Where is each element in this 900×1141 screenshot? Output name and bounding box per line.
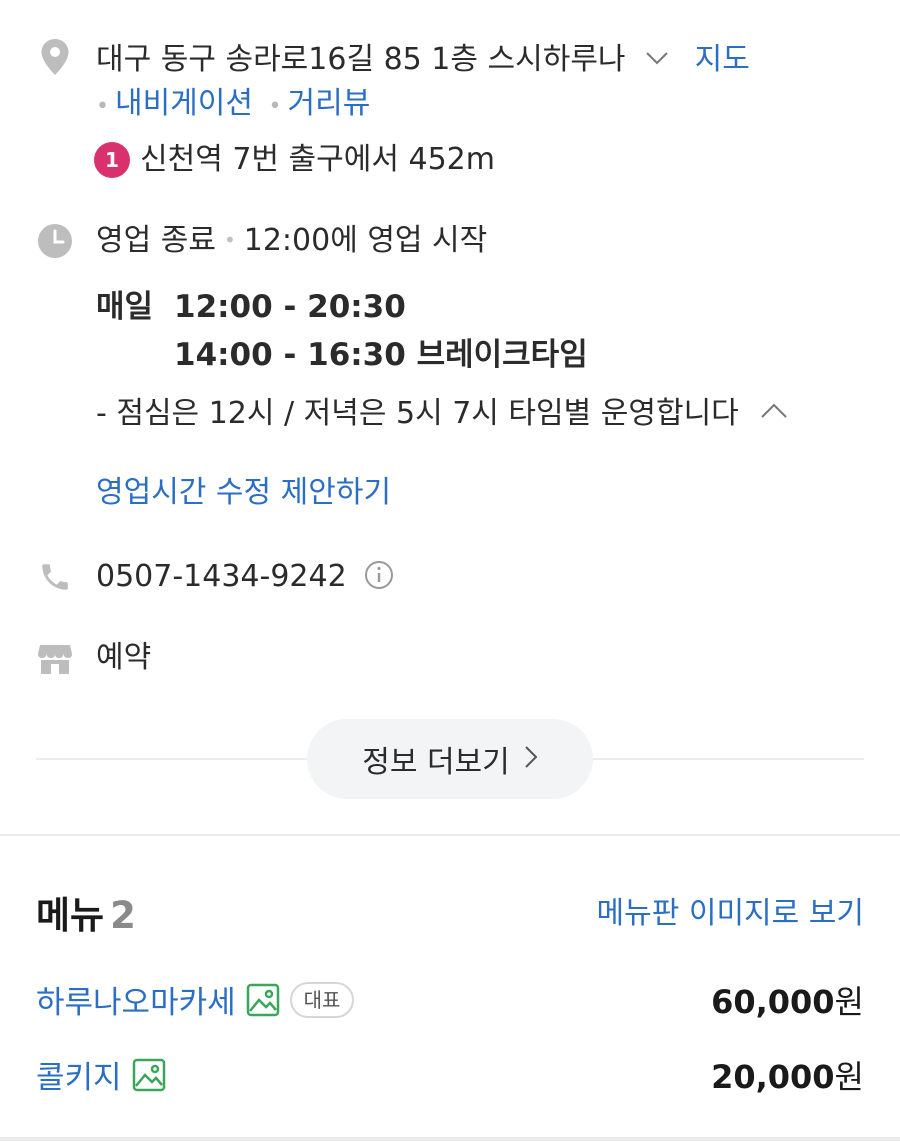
address-line: 대구 동구 송라로16길 85 1층 스시하루나 지도 (96, 36, 750, 80)
map-link[interactable]: 지도 (695, 42, 750, 77)
phone-number[interactable]: 0507-1434-9242 (96, 559, 347, 594)
hours-note: - 점심은 12시 / 저녁은 5시 7시 타임별 운영합니다 (96, 396, 739, 431)
hours-status-line[interactable]: 영업 종료 • 12:00에 영업 시작 (96, 220, 487, 261)
menu-image-link[interactable]: 메뉴판 이미지로 보기 (597, 888, 864, 932)
chevron-up-icon[interactable] (760, 390, 788, 430)
store-icon (36, 640, 74, 678)
subway-info: 1 신천역 7번 출구에서 452m (94, 140, 495, 180)
bottom-separator (0, 1137, 900, 1141)
clock-icon (36, 222, 74, 260)
menu-item-price: 20,000원 (711, 1052, 864, 1098)
price-value: 60,000 (711, 983, 835, 1021)
phone-icon (36, 558, 74, 596)
chevron-right-icon (524, 743, 538, 776)
menu-count: 2 (110, 894, 136, 937)
reservation-label[interactable]: 예약 (96, 638, 151, 678)
hours-day-label: 매일 (96, 289, 154, 325)
price-unit: 원 (834, 983, 864, 1021)
price-unit: 원 (834, 1058, 864, 1096)
price-value: 20,000 (711, 1058, 835, 1096)
menu-item-name[interactable]: 콜키지 (36, 1052, 122, 1097)
menu-item[interactable]: 콜키지 (36, 1052, 166, 1097)
info-icon[interactable] (364, 560, 394, 601)
navigation-link[interactable]: 내비게이션 (115, 86, 253, 121)
section-separator (0, 834, 900, 836)
chevron-down-icon[interactable] (645, 36, 669, 76)
more-info-button[interactable]: 정보 더보기 (307, 719, 593, 799)
address-links: • 내비게이션 • 거리뷰 (96, 86, 371, 121)
menu-item-price: 60,000원 (711, 977, 864, 1023)
location-pin-icon (36, 38, 74, 76)
hours-break-row: 14:00 - 16:30 브레이크타임 (174, 335, 588, 376)
menu-item-name[interactable]: 하루나오마카세 (36, 977, 236, 1022)
hours-main: 12:00 - 20:30 (174, 289, 406, 325)
hours-next: 12:00에 영업 시작 (243, 223, 488, 258)
more-info-label: 정보 더보기 (362, 745, 510, 780)
streetview-link[interactable]: 거리뷰 (288, 86, 371, 121)
representative-badge: 대표 (289, 981, 355, 1018)
hours-status: 영업 종료 (96, 223, 216, 258)
hours-day-row: 매일 12:00 - 20:30 (96, 287, 406, 328)
menu-title: 메뉴 2 (36, 885, 136, 939)
menu-title-text: 메뉴 (36, 894, 105, 937)
image-icon[interactable] (132, 1058, 166, 1092)
image-icon[interactable] (246, 983, 280, 1017)
subway-line-badge: 1 (94, 142, 130, 178)
hours-note-row: - 점심은 12시 / 저녁은 5시 7시 타임별 운영합니다 (96, 390, 788, 434)
hours-edit-link[interactable]: 영업시간 수정 제안하기 (96, 473, 391, 513)
phone-row: 0507-1434-9242 (96, 557, 394, 601)
hours-break: 14:00 - 16:30 브레이크타임 (174, 337, 588, 373)
address-text: 대구 동구 송라로16길 85 1층 스시하루나 (96, 42, 626, 77)
menu-item[interactable]: 하루나오마카세 대표 (36, 977, 355, 1022)
subway-text: 신천역 7번 출구에서 452m (140, 142, 495, 177)
